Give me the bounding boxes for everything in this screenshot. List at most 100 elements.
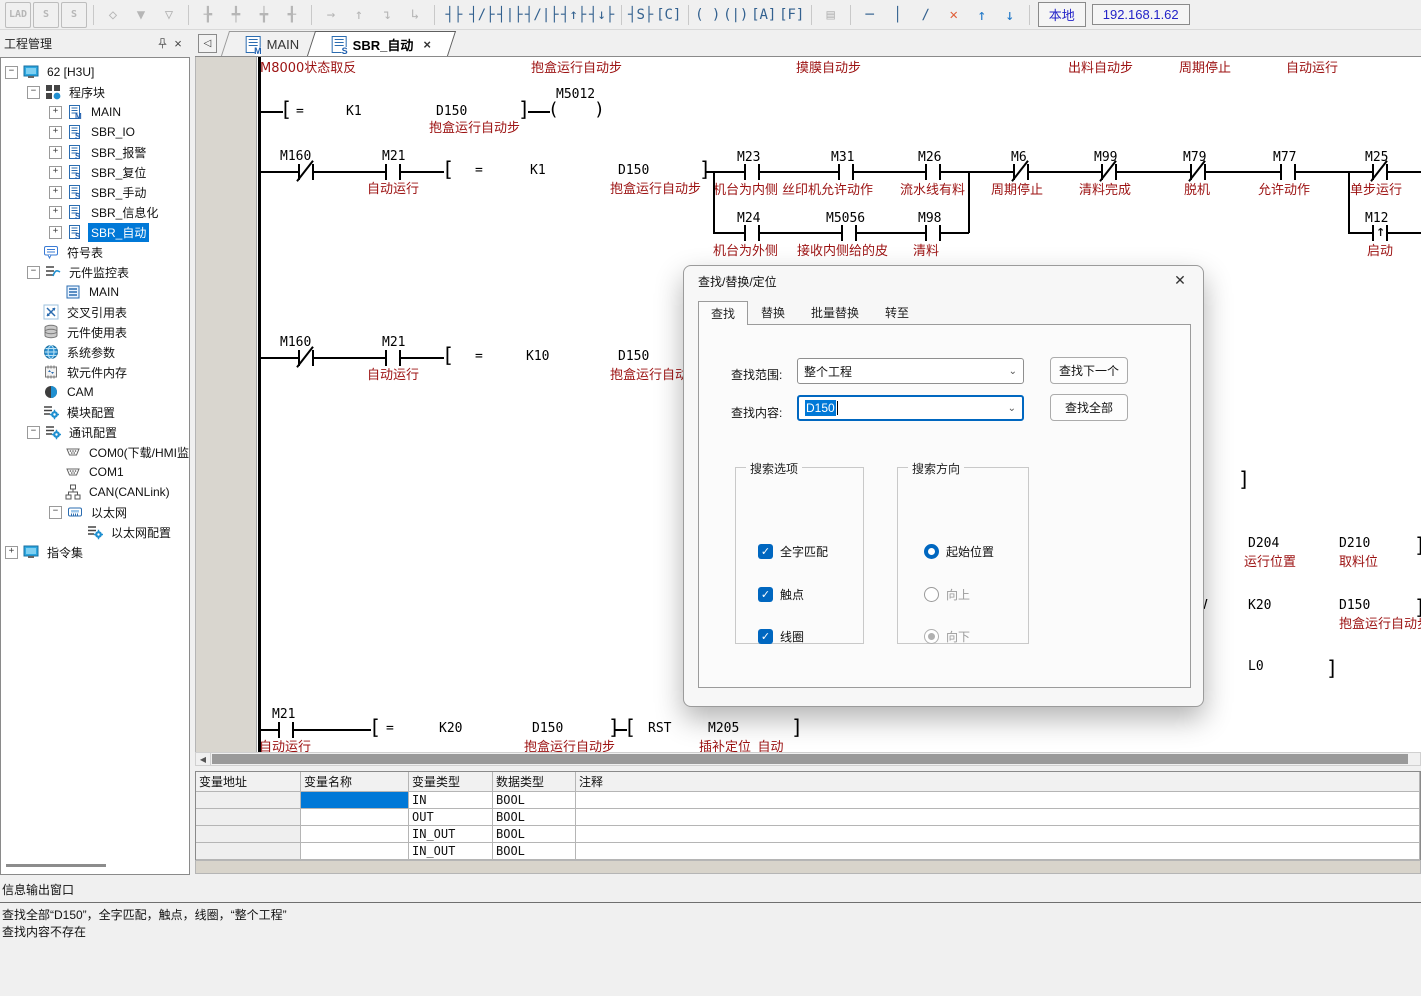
table-cell[interactable]: OUT (409, 809, 493, 826)
table-cell[interactable] (301, 809, 409, 826)
checkbox-checked-icon[interactable]: ✓ (758, 629, 773, 644)
table-cell[interactable]: BOOL (493, 826, 576, 843)
expand-icon[interactable]: + (49, 126, 62, 139)
find-combobox[interactable]: D150 ⌄ (797, 395, 1024, 421)
tree-item-MAIN[interactable]: +MMAIN (1, 102, 189, 122)
expand-icon[interactable]: + (49, 226, 62, 239)
tree-item-SBR_报警[interactable]: +SSBR_报警 (1, 142, 189, 162)
table-cell[interactable] (196, 826, 301, 843)
contact-nc[interactable] (1013, 164, 1029, 180)
line-down-icon[interactable]: ↓ (997, 3, 1023, 27)
tree-item-SBR_信息化[interactable]: +SSBR_信息化 (1, 202, 189, 222)
tree-hscroll-thumb[interactable] (6, 864, 106, 867)
tree-item-SBR_自动[interactable]: +SSBR_自动 (1, 222, 189, 242)
contact-up[interactable] (1372, 225, 1388, 241)
local-connection-button[interactable]: 本地 (1038, 2, 1086, 27)
vline-icon[interactable]: │ (885, 3, 911, 27)
dialog-close-icon[interactable]: ✕ (1171, 271, 1189, 289)
tab-close-icon[interactable]: × (423, 37, 431, 52)
tree-item-交叉引用表[interactable]: 交叉引用表 (1, 302, 189, 322)
expand-icon[interactable]: + (5, 546, 18, 559)
table-cell[interactable] (576, 809, 1420, 826)
contact-nc[interactable] (1190, 164, 1206, 180)
tab-nav-left-icon[interactable]: ◁ (198, 34, 217, 53)
table-cell[interactable] (196, 792, 301, 809)
table-cell[interactable]: BOOL (493, 843, 576, 860)
contact-nc[interactable] (298, 350, 314, 366)
pulse-contact-icon[interactable]: ┤|├ (497, 3, 523, 27)
checkbox-checked-icon[interactable]: ✓ (758, 587, 773, 602)
radio-selected-icon[interactable] (924, 544, 939, 559)
table-cell[interactable]: IN_OUT (409, 843, 493, 860)
collapse-icon[interactable]: − (27, 266, 40, 279)
scope-combobox[interactable]: 整个工程 ⌄ (797, 358, 1024, 384)
tree-item-符号表[interactable]: 符号表 (1, 242, 189, 262)
expand-icon[interactable]: + (49, 206, 62, 219)
tree-item-以太网配置[interactable]: 以太网配置 (1, 522, 189, 542)
no-contact-icon[interactable]: ┤├ (441, 3, 467, 27)
contact-no[interactable] (385, 350, 401, 366)
tree-item-以太网[interactable]: −以太网 (1, 502, 189, 522)
contact-nc[interactable] (298, 164, 314, 180)
tree-item-通讯配置[interactable]: −通讯配置 (1, 422, 189, 442)
editor-hscroll-thumb[interactable] (212, 754, 1408, 764)
ip-address-field[interactable]: 192.168.1.62 (1092, 4, 1190, 25)
falling-contact-icon[interactable]: ┤↓├ (589, 3, 615, 27)
contact-no[interactable] (385, 164, 401, 180)
tree-item-CAN(CANLink)[interactable]: CAN(CANLink) (1, 482, 189, 502)
dialog-tab-转至[interactable]: 转至 (872, 300, 922, 324)
table-cell[interactable] (301, 843, 409, 860)
table-cell[interactable] (301, 792, 409, 809)
table-cell[interactable]: BOOL (493, 792, 576, 809)
delete-line-icon[interactable]: ∕ (913, 3, 939, 27)
tree-item-元件监控表[interactable]: −元件监控表 (1, 262, 189, 282)
table-cell[interactable] (301, 826, 409, 843)
dialog-tab-批量替换[interactable]: 批量替换 (798, 300, 872, 324)
editor-tab-SBR_自动[interactable]: SSBR_自动× (306, 31, 455, 56)
table-cell[interactable] (576, 843, 1420, 860)
coil-icon[interactable]: ( ) (695, 3, 721, 27)
collapse-icon[interactable]: − (27, 86, 40, 99)
tree-item-软元件内存[interactable]: 软元件内存 (1, 362, 189, 382)
tree-item-指令集[interactable]: +指令集 (1, 542, 189, 562)
table-cell[interactable] (196, 843, 301, 860)
tree-item-SBR_复位[interactable]: +SSBR_复位 (1, 162, 189, 182)
dialog-tab-查找[interactable]: 查找 (698, 301, 748, 325)
table-cell[interactable] (576, 792, 1420, 809)
scroll-left-arrow-icon[interactable]: ◀ (196, 753, 211, 765)
find-next-button[interactable]: 查找下一个 (1050, 357, 1128, 384)
negated-coil-icon[interactable]: (|) (723, 3, 749, 27)
application-instruction-icon[interactable]: [A] (751, 3, 777, 27)
set-coil-icon[interactable]: ┤S├ (628, 3, 654, 27)
tree-item-CAM[interactable]: CAM (1, 382, 189, 402)
contact-no[interactable] (925, 164, 941, 180)
contact-no[interactable] (841, 225, 857, 241)
contact-nc[interactable] (1372, 164, 1388, 180)
line-up-icon[interactable]: ↑ (969, 3, 995, 27)
delete-x-icon[interactable]: ✕ (941, 3, 967, 27)
collapse-icon[interactable]: − (5, 66, 18, 79)
counter-icon[interactable]: [C] (656, 3, 682, 27)
expand-icon[interactable]: + (49, 166, 62, 179)
tree-item-COM1[interactable]: COM1 (1, 462, 189, 482)
collapse-icon[interactable]: − (27, 426, 40, 439)
rising-contact-icon[interactable]: ┤↑├ (561, 3, 587, 27)
variable-table-scroll-track[interactable] (195, 860, 1421, 874)
tree-item-SBR_手动[interactable]: +SSBR_手动 (1, 182, 189, 202)
table-cell[interactable]: IN_OUT (409, 826, 493, 843)
table-cell[interactable]: IN (409, 792, 493, 809)
tree-item-SBR_IO[interactable]: +SSBR_IO (1, 122, 189, 142)
expand-icon[interactable]: + (49, 186, 62, 199)
contact-nc[interactable] (1101, 164, 1117, 180)
pin-icon[interactable] (154, 36, 170, 52)
checkbox-checked-icon[interactable]: ✓ (758, 544, 773, 559)
contact-no[interactable] (925, 225, 941, 241)
find-all-button[interactable]: 查找全部 (1050, 394, 1128, 421)
tree-item-元件使用表[interactable]: 元件使用表 (1, 322, 189, 342)
contact-no[interactable] (838, 164, 854, 180)
contact-no[interactable] (744, 225, 760, 241)
table-cell[interactable] (576, 826, 1420, 843)
expand-icon[interactable]: + (49, 146, 62, 159)
table-cell[interactable]: BOOL (493, 809, 576, 826)
hline-icon[interactable]: ─ (857, 3, 883, 27)
